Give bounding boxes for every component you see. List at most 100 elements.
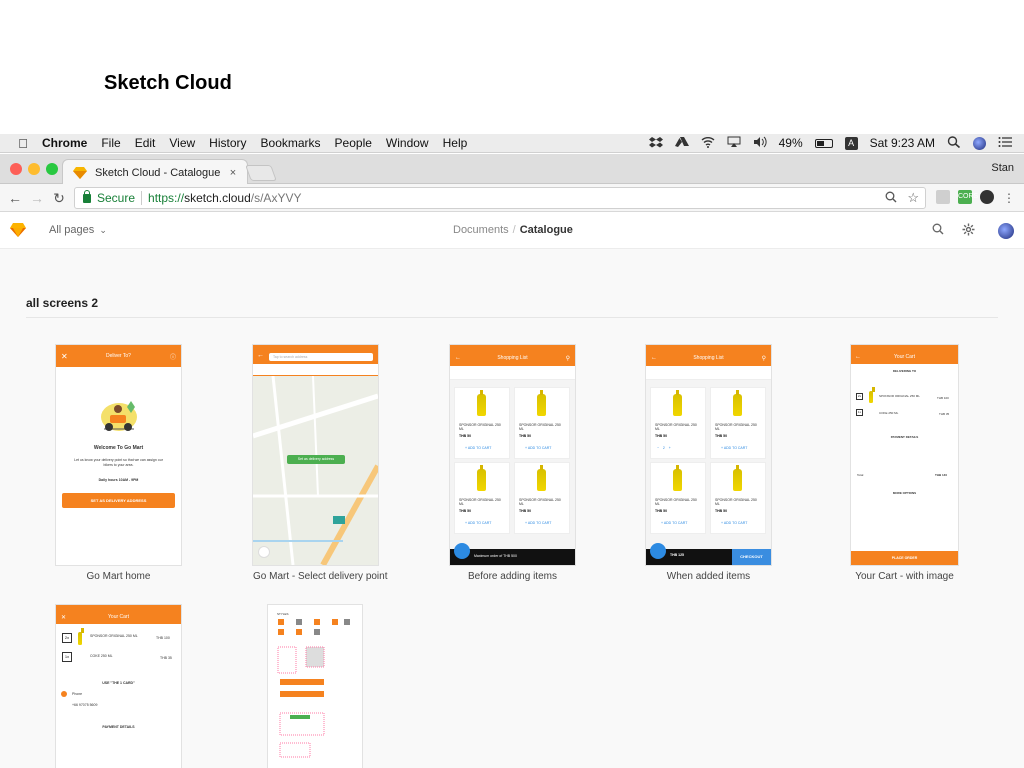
more-options-label: MORE OPTIONS: [892, 491, 917, 495]
add-to-cart-link: + ADD TO CART: [661, 521, 688, 525]
back-arrow-icon: ←: [455, 355, 461, 361]
search-icon[interactable]: [932, 223, 944, 238]
chrome-menu-icon[interactable]: ⋮: [1000, 189, 1018, 207]
mac-menubar:  Chrome File Edit View History Bookmark…: [0, 134, 1024, 153]
menu-bookmarks[interactable]: Bookmarks: [261, 136, 321, 150]
artboard-when-added-items[interactable]: ← Shopping List ⚲ SPONSOR ORIGINAL 250 M…: [646, 345, 771, 565]
zoom-search-icon[interactable]: [885, 191, 897, 206]
cart-footer: THB 125 CHECKOUT: [646, 543, 771, 565]
cors-extension-icon[interactable]: CORS: [958, 190, 978, 204]
spotlight-icon[interactable]: [947, 135, 961, 151]
locate-me-icon: [259, 547, 269, 557]
breadcrumb-documents[interactable]: Documents: [453, 224, 509, 236]
add-to-cart-link: + ADD TO CART: [721, 521, 748, 525]
artboard-select-delivery-point[interactable]: ← Tap to search address Set as delivery …: [253, 345, 378, 565]
quantity-badge: 1x: [62, 652, 72, 662]
quantity-badge: 1x: [856, 409, 863, 416]
product-card: SPONSOR ORIGINAL 250 ML THB 50 + ADD TO …: [455, 463, 509, 533]
menu-edit[interactable]: Edit: [135, 136, 156, 150]
lock-icon: [83, 189, 91, 203]
use-card-label: USE "THE 1 CARD": [102, 681, 135, 685]
dropbox-icon[interactable]: [648, 136, 663, 151]
cart-item-name: SPONSOR ORIGINAL 250 ML: [879, 394, 920, 398]
all-pages-dropdown[interactable]: All pages ⌄: [49, 224, 107, 236]
phone-number: +66 97075 5609: [72, 703, 98, 707]
omnibox-actions: ☆: [875, 190, 919, 206]
slide-title: Sketch Cloud: [104, 72, 232, 94]
apple-icon[interactable]: : [12, 136, 34, 151]
welcome-heading: Welcome To Go Mart: [93, 445, 144, 451]
artboard-caption: Your Cart - with image: [855, 571, 954, 582]
artboard-your-cart[interactable]: ✕ Your Cart 2x SPONSOR ORIGINAL 250 ML T…: [56, 605, 181, 768]
phone-label: Phone: [72, 692, 83, 696]
bottle-icon: [733, 465, 742, 491]
cart-item-price: THB 35: [939, 412, 950, 416]
artboard-before-adding-items[interactable]: ← Shopping List ⚲ SPONSOR ORIGINAL 250 M…: [450, 345, 575, 565]
forward-arrow-icon[interactable]: →: [28, 189, 46, 207]
menu-app-name[interactable]: Chrome: [42, 136, 87, 150]
url-path: /s/AxYVY: [250, 191, 302, 205]
bookmark-star-icon[interactable]: ☆: [907, 190, 919, 206]
siri-icon[interactable]: [973, 136, 986, 150]
artboard-your-cart-with-image[interactable]: ← Your Cart DELIVERING TO 2x SPONSOR ORI…: [851, 345, 958, 565]
ghostery-extension-icon[interactable]: [980, 190, 994, 204]
back-arrow-icon[interactable]: ←: [6, 189, 24, 207]
artboard-canvas: all screens 2 ✕ Deliver To? ⓘ Welcome To…: [0, 249, 1024, 768]
gear-icon[interactable]: [962, 223, 975, 239]
artboard-header-title: Deliver To?: [106, 353, 131, 359]
address-bar[interactable]: Secure https:// sketch.cloud /s/AxYVY ☆: [74, 187, 926, 209]
cart-icon: [454, 543, 470, 559]
menu-people[interactable]: People: [335, 136, 372, 150]
minimum-order-text: Maximum order of THB 500: [474, 554, 517, 558]
chevron-down-icon: ⌄: [99, 225, 107, 235]
artboard-header: ✕ Your Cart: [56, 610, 181, 624]
menu-view[interactable]: View: [169, 136, 195, 150]
product-price: THB 50: [655, 509, 668, 513]
artboard-go-mart-home[interactable]: ✕ Deliver To? ⓘ Welcome To Go Mart Let u…: [56, 345, 181, 565]
cloud-extension-icon[interactable]: [936, 190, 950, 204]
browser-tab[interactable]: Sketch Cloud - Catalogue ×: [62, 159, 248, 185]
sketch-logo-icon[interactable]: [10, 223, 26, 237]
tab-close-icon[interactable]: ×: [225, 167, 241, 179]
add-to-cart-link: + ADD TO CART: [465, 446, 492, 450]
menu-window[interactable]: Window: [386, 136, 429, 150]
airplay-icon[interactable]: [727, 136, 741, 151]
input-source-icon[interactable]: A: [844, 136, 858, 150]
close-icon: ✕: [61, 351, 68, 361]
artboard-styles[interactable]: STYLES: [268, 605, 362, 768]
close-window-button[interactable]: [10, 163, 22, 175]
quantity-badge: 2x: [62, 633, 72, 643]
add-to-cart-link: + ADD TO CART: [525, 521, 552, 525]
bottle-icon: [673, 390, 682, 416]
profile-name[interactable]: Stan: [991, 162, 1014, 174]
artboard-header: ← Shopping List ⚲: [450, 350, 575, 366]
total-label: Total: [857, 473, 864, 477]
menubar-clock[interactable]: Sat 9:23 AM: [870, 136, 935, 150]
add-to-cart-link: + ADD TO CART: [721, 446, 748, 450]
notification-center-icon[interactable]: [998, 136, 1012, 151]
reload-icon[interactable]: ↻: [50, 189, 68, 207]
product-card: SPONSOR ORIGINAL 250 ML THB 50 + ADD TO …: [711, 463, 765, 533]
volume-icon[interactable]: [753, 136, 767, 151]
product-name: SPONSOR ORIGINAL 250 ML: [715, 498, 757, 506]
phone-radio-icon: [61, 691, 67, 697]
add-to-cart-link: + ADD TO CART: [465, 521, 492, 525]
wifi-icon[interactable]: [701, 136, 715, 151]
artboard-header-title: Your Cart: [108, 614, 129, 620]
address-search-input: Tap to search address: [269, 353, 373, 361]
url-scheme: https://: [148, 191, 185, 205]
product-name: SPONSOR ORIGINAL 250 ML: [655, 423, 697, 431]
zoom-window-button[interactable]: [46, 163, 58, 175]
user-avatar[interactable]: [998, 222, 1014, 239]
product-card: SPONSOR ORIGINAL 250 ML THB 50 + ADD TO …: [515, 463, 569, 533]
drive-icon[interactable]: [674, 136, 689, 151]
menu-history[interactable]: History: [209, 136, 246, 150]
minimize-window-button[interactable]: [28, 163, 40, 175]
bottle-icon: [869, 387, 875, 403]
battery-icon[interactable]: [814, 138, 833, 148]
bottle-icon: [78, 628, 84, 645]
menu-file[interactable]: File: [101, 136, 120, 150]
menu-help[interactable]: Help: [443, 136, 468, 150]
new-tab-button[interactable]: [245, 165, 277, 181]
payment-details-label: PAYMENT DETAILS: [102, 725, 135, 729]
